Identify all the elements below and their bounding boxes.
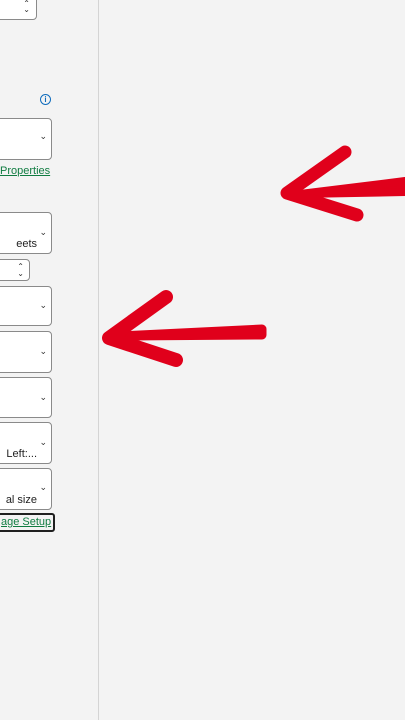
red-arrow-lower <box>102 290 267 367</box>
red-arrow-upper <box>280 145 405 222</box>
annotation-arrows <box>102 145 405 367</box>
